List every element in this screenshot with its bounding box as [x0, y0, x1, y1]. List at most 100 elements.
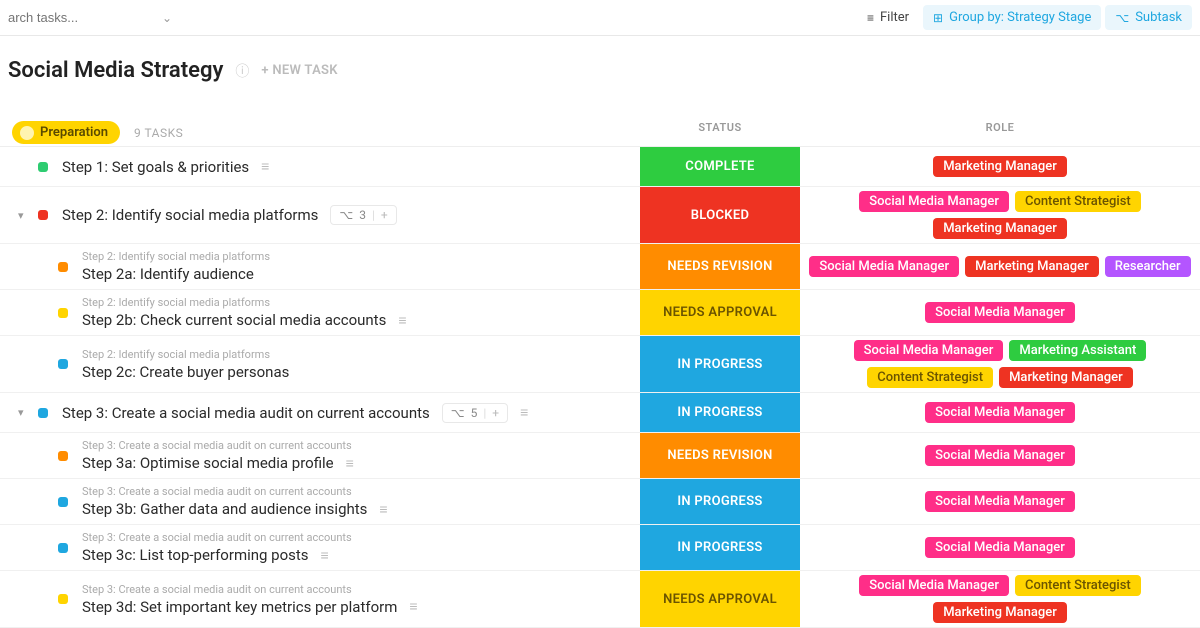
- status-dot: [58, 262, 68, 272]
- group-by-label: Group by: Strategy Stage: [949, 10, 1091, 25]
- task-row[interactable]: Step 3: Create a social media audit on c…: [0, 479, 1200, 525]
- role-tag-smm[interactable]: Social Media Manager: [859, 575, 1009, 596]
- role-tag-mm[interactable]: Marketing Manager: [933, 602, 1067, 623]
- group-by-button[interactable]: ⊞ Group by: Strategy Stage: [923, 5, 1101, 30]
- role-cell: Social Media Manager: [800, 525, 1200, 570]
- parent-label: Step 2: Identify social media platforms: [82, 250, 270, 263]
- role-tag-smm[interactable]: Social Media Manager: [925, 445, 1075, 466]
- task-name: Step 3b: Gather data and audience insigh…: [82, 500, 367, 518]
- status-cell[interactable]: IN PROGRESS: [640, 393, 800, 432]
- status-cell[interactable]: NEEDS APPROVAL: [640, 571, 800, 627]
- task-row[interactable]: ▾ Step 2: Identify social media platform…: [0, 187, 1200, 244]
- collapse-toggle[interactable]: ▾: [18, 209, 30, 222]
- search-dropdown[interactable]: ⌄: [156, 11, 178, 25]
- page-title: Social Media Strategy: [8, 58, 223, 83]
- description-icon[interactable]: ≡: [321, 547, 329, 564]
- status-cell[interactable]: NEEDS REVISION: [640, 433, 800, 478]
- status-cell[interactable]: COMPLETE: [640, 147, 800, 186]
- status-dot: [58, 359, 68, 369]
- new-task-button[interactable]: + NEW TASK: [261, 63, 337, 78]
- role-cell: Social Media Manager Marketing Manager R…: [800, 244, 1200, 289]
- status-cell[interactable]: NEEDS APPROVAL: [640, 290, 800, 335]
- status-dot: [58, 497, 68, 507]
- role-tag-smm[interactable]: Social Media Manager: [859, 191, 1009, 212]
- subtask-icon: ⌥: [1115, 11, 1129, 25]
- parent-label: Step 2: Identify social media platforms: [82, 296, 407, 309]
- description-icon[interactable]: ≡: [379, 501, 387, 518]
- group-icon: ⊞: [933, 11, 943, 25]
- task-row[interactable]: Step 3: Create a social media audit on c…: [0, 525, 1200, 571]
- role-tag-mm[interactable]: Marketing Manager: [999, 367, 1133, 388]
- col-header-status: STATUS: [640, 121, 800, 134]
- search-input[interactable]: [8, 10, 148, 25]
- description-icon[interactable]: ≡: [520, 404, 528, 421]
- task-row[interactable]: Step 3: Create a social media audit on c…: [0, 571, 1200, 628]
- role-tag-ma[interactable]: Marketing Assistant: [1009, 340, 1146, 361]
- parent-label: Step 2: Identify social media platforms: [82, 348, 289, 361]
- status-dot: [38, 408, 48, 418]
- description-icon[interactable]: ≡: [346, 455, 354, 472]
- task-name: Step 3a: Optimise social media profile: [82, 454, 334, 472]
- status-cell[interactable]: NEEDS REVISION: [640, 244, 800, 289]
- group-header: Preparation 9 TASKS STATUS ROLE: [12, 121, 1200, 144]
- parent-label: Step 3: Create a social media audit on c…: [82, 531, 352, 544]
- role-tag-res[interactable]: Researcher: [1105, 256, 1191, 277]
- task-row[interactable]: Step 2: Identify social media platforms …: [0, 244, 1200, 290]
- task-count: 9 TASKS: [134, 126, 183, 140]
- status-cell[interactable]: IN PROGRESS: [640, 479, 800, 524]
- subtask-count: 5: [471, 406, 478, 420]
- role-cell: Social Media Manager: [800, 290, 1200, 335]
- task-name: Step 1: Set goals & priorities: [62, 158, 249, 176]
- task-row[interactable]: ▾ Step 3: Create a social media audit on…: [0, 393, 1200, 433]
- group-pill[interactable]: Preparation: [12, 121, 120, 144]
- role-tag-smm[interactable]: Social Media Manager: [854, 340, 1004, 361]
- role-cell: Social Media Manager: [800, 479, 1200, 524]
- status-dot: [38, 210, 48, 220]
- task-name: Step 3d: Set important key metrics per p…: [82, 598, 397, 616]
- status-dot: [58, 543, 68, 553]
- subtask-meta[interactable]: ⌥ 3 | +: [330, 205, 396, 225]
- role-tag-smm[interactable]: Social Media Manager: [809, 256, 959, 277]
- parent-label: Step 3: Create a social media audit on c…: [82, 485, 388, 498]
- description-icon[interactable]: ≡: [398, 312, 406, 329]
- task-name: Step 2c: Create buyer personas: [82, 363, 289, 381]
- add-subtask-icon[interactable]: +: [381, 208, 388, 222]
- role-tag-smm[interactable]: Social Media Manager: [925, 302, 1075, 323]
- status-dot: [58, 451, 68, 461]
- parent-label: Step 3: Create a social media audit on c…: [82, 583, 418, 596]
- status-dot: [38, 162, 48, 172]
- role-tag-cs[interactable]: Content Strategist: [867, 367, 993, 388]
- description-icon[interactable]: ≡: [261, 158, 269, 175]
- role-cell: Social Media Manager: [800, 393, 1200, 432]
- status-cell[interactable]: IN PROGRESS: [640, 336, 800, 392]
- role-tag-smm[interactable]: Social Media Manager: [925, 402, 1075, 423]
- task-row[interactable]: Step 2: Identify social media platforms …: [0, 290, 1200, 336]
- task-row[interactable]: Step 2: Identify social media platforms …: [0, 336, 1200, 393]
- subtask-meta[interactable]: ⌥ 5 | +: [442, 403, 508, 423]
- role-tag-mm[interactable]: Marketing Manager: [933, 218, 1067, 239]
- collapse-toggle[interactable]: ▾: [18, 406, 30, 419]
- task-row[interactable]: Step 1: Set goals & priorities ≡ COMPLET…: [0, 147, 1200, 187]
- parent-label: Step 3: Create a social media audit on c…: [82, 439, 354, 452]
- add-subtask-icon[interactable]: +: [492, 406, 499, 420]
- description-icon[interactable]: ≡: [409, 598, 417, 615]
- status-cell[interactable]: IN PROGRESS: [640, 525, 800, 570]
- col-header-role: ROLE: [800, 121, 1200, 134]
- branch-icon: ⌥: [451, 406, 465, 420]
- subtask-button[interactable]: ⌥ Subtask: [1105, 5, 1192, 30]
- status-dot: [58, 594, 68, 604]
- role-tag-mm[interactable]: Marketing Manager: [965, 256, 1099, 277]
- task-name: Step 3c: List top-performing posts: [82, 546, 309, 564]
- filter-button[interactable]: ≡ Filter: [857, 5, 919, 30]
- role-tag-cs[interactable]: Content Strategist: [1015, 575, 1141, 596]
- status-cell[interactable]: BLOCKED: [640, 187, 800, 243]
- task-row[interactable]: Step 3: Create a social media audit on c…: [0, 433, 1200, 479]
- task-name: Step 2: Identify social media platforms: [62, 206, 318, 224]
- role-tag-cs[interactable]: Content Strategist: [1015, 191, 1141, 212]
- info-icon[interactable]: ⓘ: [235, 61, 249, 81]
- subtask-count: 3: [359, 208, 366, 222]
- role-tag-smm[interactable]: Social Media Manager: [925, 491, 1075, 512]
- role-tag-mm[interactable]: Marketing Manager: [933, 156, 1067, 177]
- role-tag-smm[interactable]: Social Media Manager: [925, 537, 1075, 558]
- task-name: Step 2b: Check current social media acco…: [82, 311, 386, 329]
